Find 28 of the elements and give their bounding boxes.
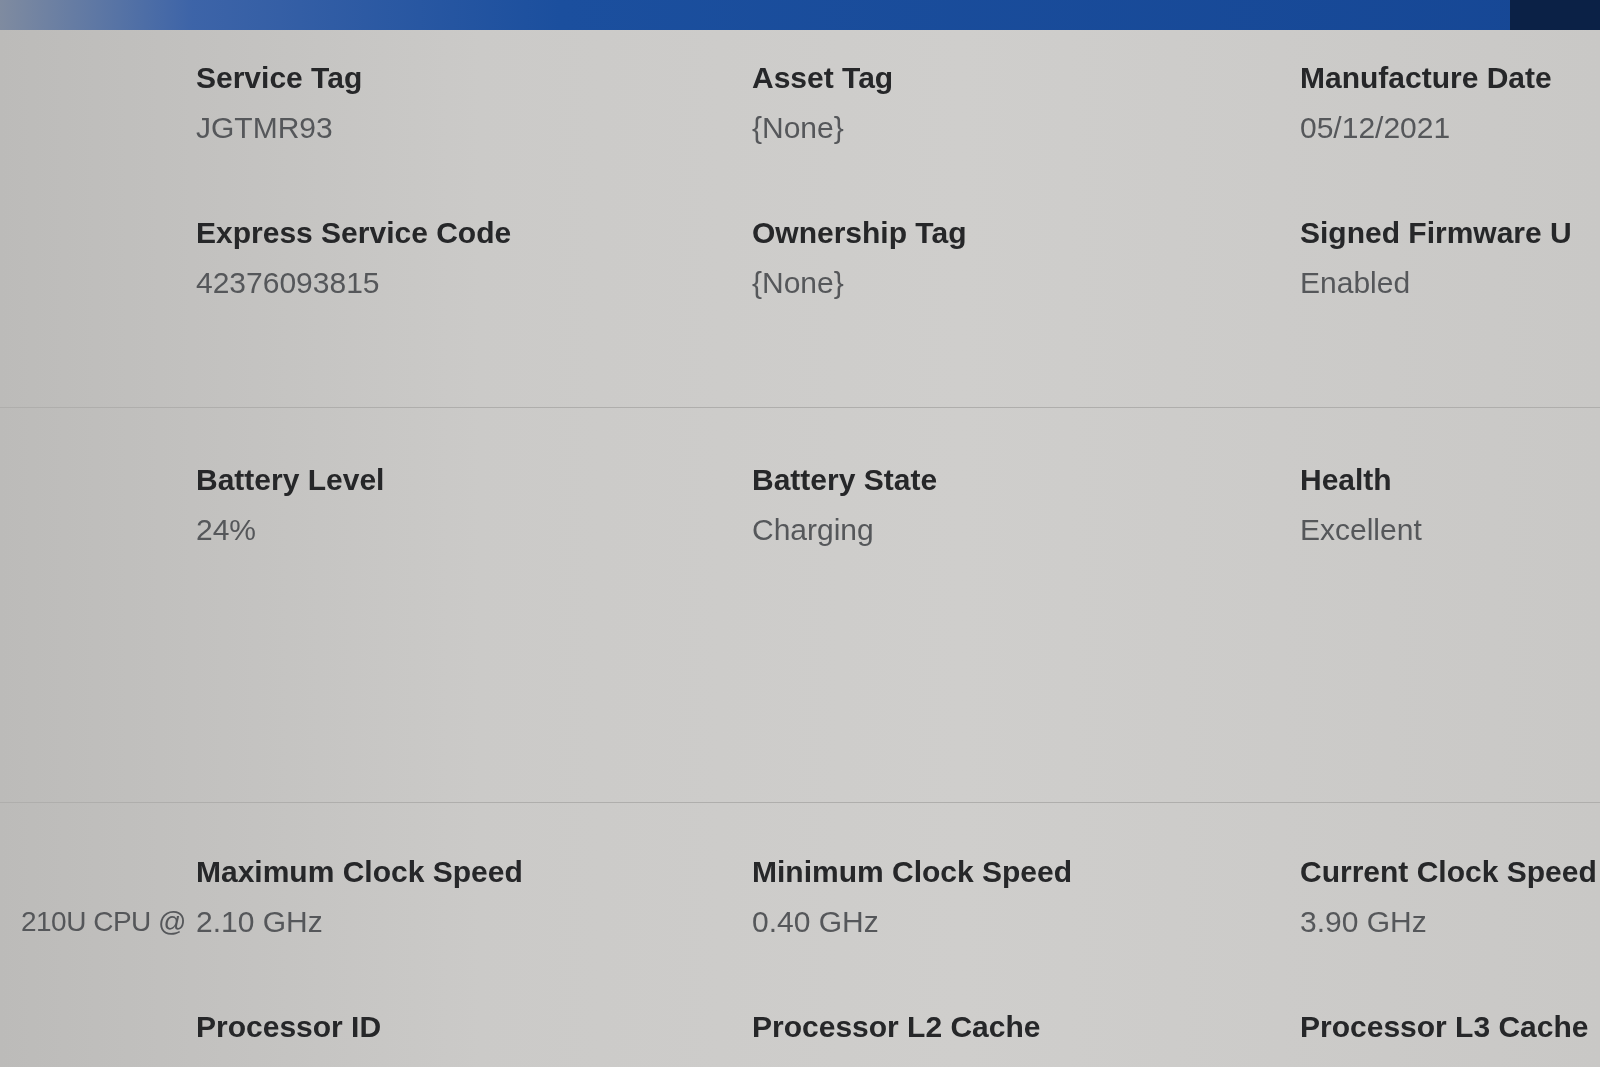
field-value: Enabled (1300, 265, 1412, 301)
field-label: Service Tag (196, 60, 364, 96)
field-value: 3.90 GHz (1300, 904, 1428, 940)
field-label: Express Service Code (196, 215, 513, 251)
field-label: Processor L3 Cache (1300, 1009, 1590, 1045)
field-value: 210U CPU @ (20, 905, 186, 939)
field-value: 05/12/2021 (1300, 110, 1452, 146)
field-value: 2.10 GHz (196, 904, 324, 940)
field-value: 0.40 GHz (752, 904, 880, 940)
field-value: 42376093815 (196, 265, 381, 301)
field-value: 24% (196, 512, 258, 548)
field-label: Signed Firmware U (1300, 215, 1573, 251)
field-value: Excellent (1300, 512, 1423, 548)
field-label: Current Clock Speed (1300, 854, 1598, 890)
field-value: {None} (752, 265, 845, 301)
field-value: {None} (752, 110, 845, 146)
field-label: Maximum Clock Speed (196, 854, 524, 890)
field-label: Processor ID (196, 1009, 383, 1045)
field-label: Minimum Clock Speed (752, 854, 1074, 890)
field-label: Battery State (752, 462, 939, 498)
field-label: Health (1300, 462, 1393, 498)
field-label: Processor L2 Cache (752, 1009, 1042, 1045)
field-value: JGTMR93 (196, 110, 334, 146)
field-label: Battery Level (196, 462, 386, 498)
field-label: Ownership Tag (752, 215, 968, 251)
field-label: Manufacture Date (1300, 60, 1553, 96)
field-value: Charging (752, 512, 875, 548)
field-label: Asset Tag (752, 60, 895, 96)
